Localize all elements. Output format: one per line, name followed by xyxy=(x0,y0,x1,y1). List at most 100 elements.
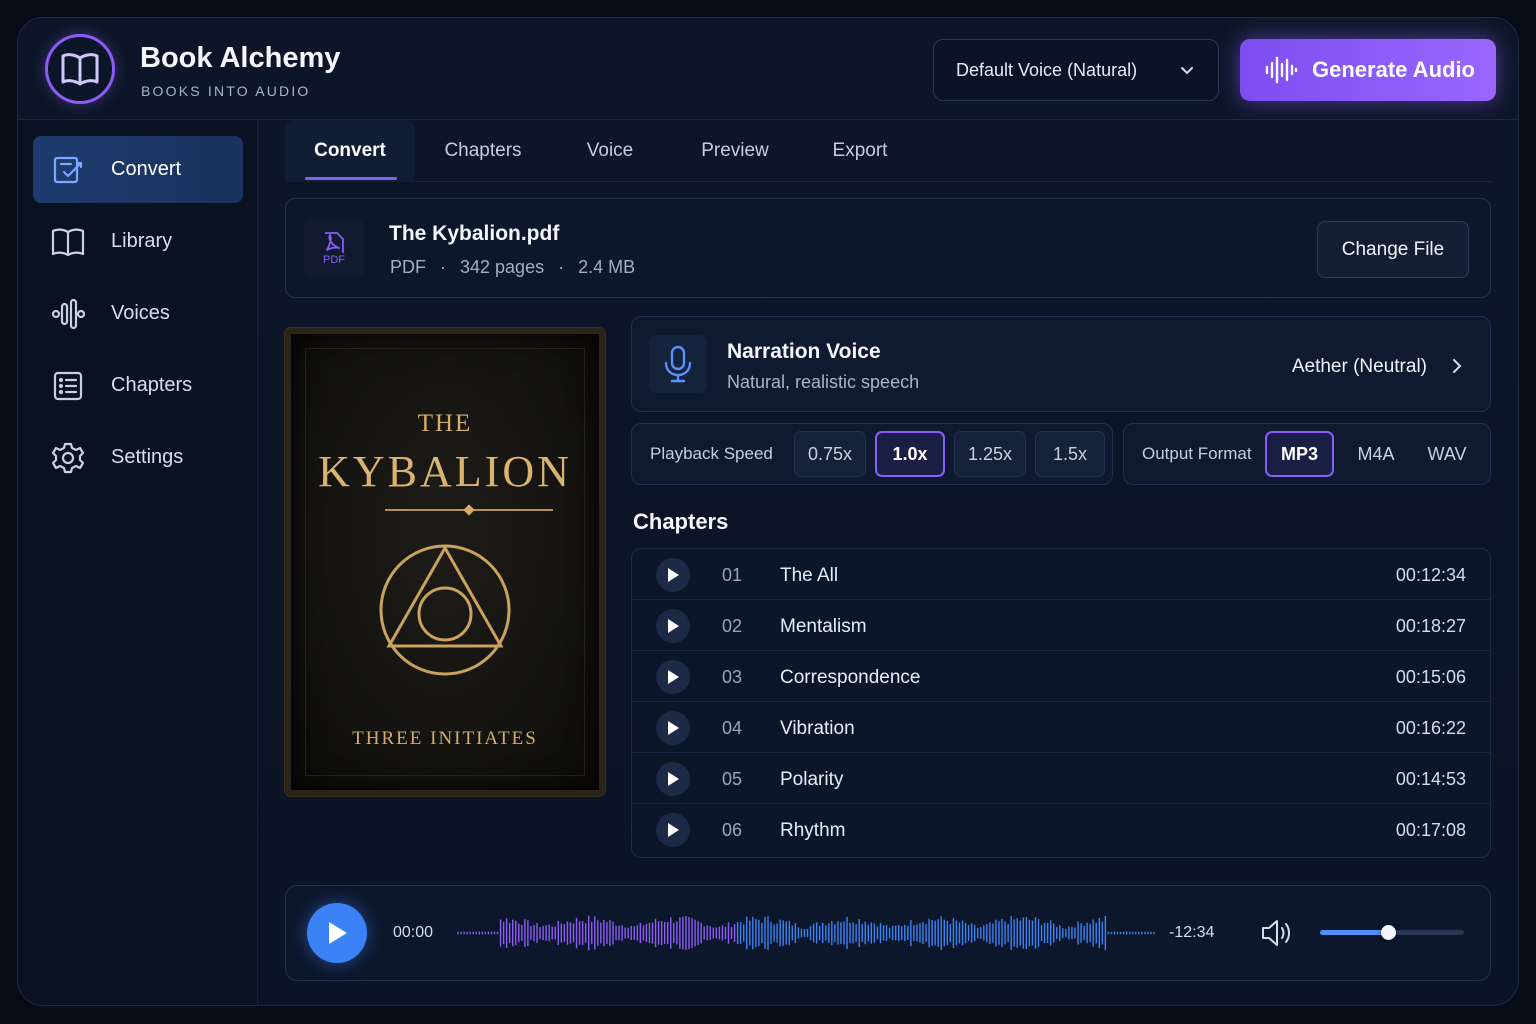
current-time: 00:00 xyxy=(393,924,434,941)
chapter-title: Mentalism xyxy=(780,616,867,637)
waveform-icon xyxy=(1265,56,1298,84)
speed-option-1-5x[interactable]: 1.5x xyxy=(1035,431,1105,477)
file-type: PDF xyxy=(390,257,426,277)
voice-select[interactable]: Default Voice (Natural) xyxy=(933,39,1219,101)
speed-option-1-25x[interactable]: 1.25x xyxy=(954,431,1026,477)
chapter-row[interactable]: 03 Correspondence 00:15:06 xyxy=(632,651,1490,702)
chapter-row[interactable]: 05 Polarity 00:14:53 xyxy=(632,753,1490,804)
chapter-number: 06 xyxy=(722,820,743,840)
chapter-row[interactable]: 01 The All 00:12:34 xyxy=(632,549,1490,600)
audio-wave-icon xyxy=(51,297,85,331)
chapter-duration: 00:16:22 xyxy=(1395,718,1466,738)
chapter-list: 01 The All 00:12:34 02 Mentalism 00:18:2… xyxy=(631,548,1491,858)
sidebar-item-voices[interactable]: Voices xyxy=(33,280,243,347)
chapter-title: Rhythm xyxy=(780,820,846,841)
play-button[interactable] xyxy=(307,903,367,963)
sidebar-item-label: Voices xyxy=(111,302,170,324)
file-name: The Kybalion.pdf xyxy=(389,222,560,245)
play-icon[interactable] xyxy=(656,660,690,694)
sidebar-item-chapters[interactable]: Chapters xyxy=(33,352,243,419)
cover-title: KYBALION xyxy=(318,447,572,496)
audio-player: 00:00 -12:34 xyxy=(285,885,1491,981)
sidebar-item-label: Library xyxy=(111,230,173,252)
file-card: PDF The Kybalion.pdf PDF · 342 pages · 2… xyxy=(285,198,1491,298)
chapter-number: 04 xyxy=(722,718,743,738)
remaining-time: -12:34 xyxy=(1169,924,1215,941)
playback-speed-label: Playback Speed xyxy=(650,444,773,463)
cover-the: THE xyxy=(417,410,473,437)
play-icon[interactable] xyxy=(656,813,690,847)
voice-select-value: Default Voice (Natural) xyxy=(956,59,1138,80)
book-icon xyxy=(51,225,85,259)
speed-option-0-75x[interactable]: 0.75x xyxy=(794,431,866,477)
chapter-row[interactable]: 02 Mentalism 00:18:27 xyxy=(632,600,1490,651)
volume-handle[interactable] xyxy=(1380,925,1396,940)
narration-voice-card[interactable]: Narration Voice Natural, realistic speec… xyxy=(631,316,1491,412)
pdf-icon-label: PDF xyxy=(323,254,345,266)
microphone-icon xyxy=(649,335,707,393)
list-icon xyxy=(51,369,85,403)
chapter-title: Vibration xyxy=(780,718,855,739)
volume-icon[interactable] xyxy=(1260,918,1294,948)
chapter-row[interactable]: 06 Rhythm 00:17:08 xyxy=(632,804,1490,855)
format-option-wav[interactable]: WAV xyxy=(1414,431,1480,477)
file-size: 2.4 MB xyxy=(578,257,636,277)
convert-icon xyxy=(51,153,85,187)
tab-export[interactable]: Export xyxy=(805,120,915,182)
app-title: Book Alchemy xyxy=(140,42,341,74)
triangle-circle-emblem-icon xyxy=(379,544,511,676)
chapters-heading: Chapters xyxy=(633,509,729,534)
chapter-number: 03 xyxy=(722,667,743,687)
chapter-row[interactable]: 04 Vibration 00:16:22 xyxy=(632,702,1490,753)
pdf-file-icon: PDF xyxy=(304,219,364,279)
volume-slider[interactable] xyxy=(1320,925,1464,940)
change-file-button[interactable]: Change File xyxy=(1317,221,1469,278)
sidebar: Convert Library Voices Chapters Settings xyxy=(18,120,258,1005)
sidebar-item-label: Chapters xyxy=(111,374,193,396)
volume-level xyxy=(1320,930,1388,935)
play-icon[interactable] xyxy=(656,711,690,745)
chapter-number: 01 xyxy=(722,565,743,585)
chevron-right-icon xyxy=(1453,359,1462,373)
chapter-title: Correspondence xyxy=(780,667,921,688)
sidebar-item-label: Convert xyxy=(111,158,182,180)
chapter-title: Polarity xyxy=(780,769,844,790)
chapter-number: 02 xyxy=(722,616,743,636)
tab-chapters[interactable]: Chapters xyxy=(421,120,545,182)
play-icon[interactable] xyxy=(656,558,690,592)
chapter-duration: 00:14:53 xyxy=(1395,769,1466,789)
app-subtitle: BOOKS INTO AUDIO xyxy=(141,83,311,99)
tab-preview[interactable]: Preview xyxy=(680,120,790,182)
tab-voice[interactable]: Voice xyxy=(555,120,665,182)
file-meta: PDF · 342 pages · 2.4 MB xyxy=(390,257,635,278)
meta-separator: · xyxy=(440,257,446,277)
sidebar-item-library[interactable]: Library xyxy=(33,208,243,275)
output-format-label: Output Format xyxy=(1142,444,1252,463)
chapter-duration: 00:17:08 xyxy=(1395,820,1466,840)
sidebar-item-label: Settings xyxy=(111,446,184,468)
book-cover: THE KYBALION THREE INITIATES xyxy=(285,328,605,796)
format-option-mp3[interactable]: MP3 xyxy=(1265,431,1334,477)
chapter-title: The All xyxy=(780,565,839,586)
play-icon xyxy=(329,922,347,944)
output-format-group: Output Format MP3 M4A WAV xyxy=(1123,423,1491,485)
app-window: Book Alchemy BOOKS INTO AUDIO Default Vo… xyxy=(17,17,1519,1006)
narration-voice-value: Aether (Neutral) xyxy=(1291,356,1427,377)
waveform-scrubber[interactable] xyxy=(456,912,1156,954)
header: Book Alchemy BOOKS INTO AUDIO Default Vo… xyxy=(18,18,1518,120)
play-icon[interactable] xyxy=(656,762,690,796)
chevron-down-icon xyxy=(1181,67,1193,75)
format-option-m4a[interactable]: M4A xyxy=(1342,431,1410,477)
sidebar-item-settings[interactable]: Settings xyxy=(33,424,243,491)
generate-audio-button[interactable]: Generate Audio xyxy=(1240,39,1496,101)
tab-convert[interactable]: Convert xyxy=(285,120,415,182)
chapter-number: 05 xyxy=(722,769,743,789)
meta-separator: · xyxy=(558,257,565,277)
play-icon[interactable] xyxy=(656,609,690,643)
tab-bar: Convert Chapters Voice Preview Export xyxy=(285,120,1493,182)
sidebar-item-convert[interactable]: Convert xyxy=(33,136,243,203)
chapter-duration: 00:12:34 xyxy=(1395,565,1466,585)
open-book-icon xyxy=(45,34,115,104)
chapter-duration: 00:18:27 xyxy=(1395,616,1466,636)
speed-option-1-0x[interactable]: 1.0x xyxy=(875,431,945,477)
